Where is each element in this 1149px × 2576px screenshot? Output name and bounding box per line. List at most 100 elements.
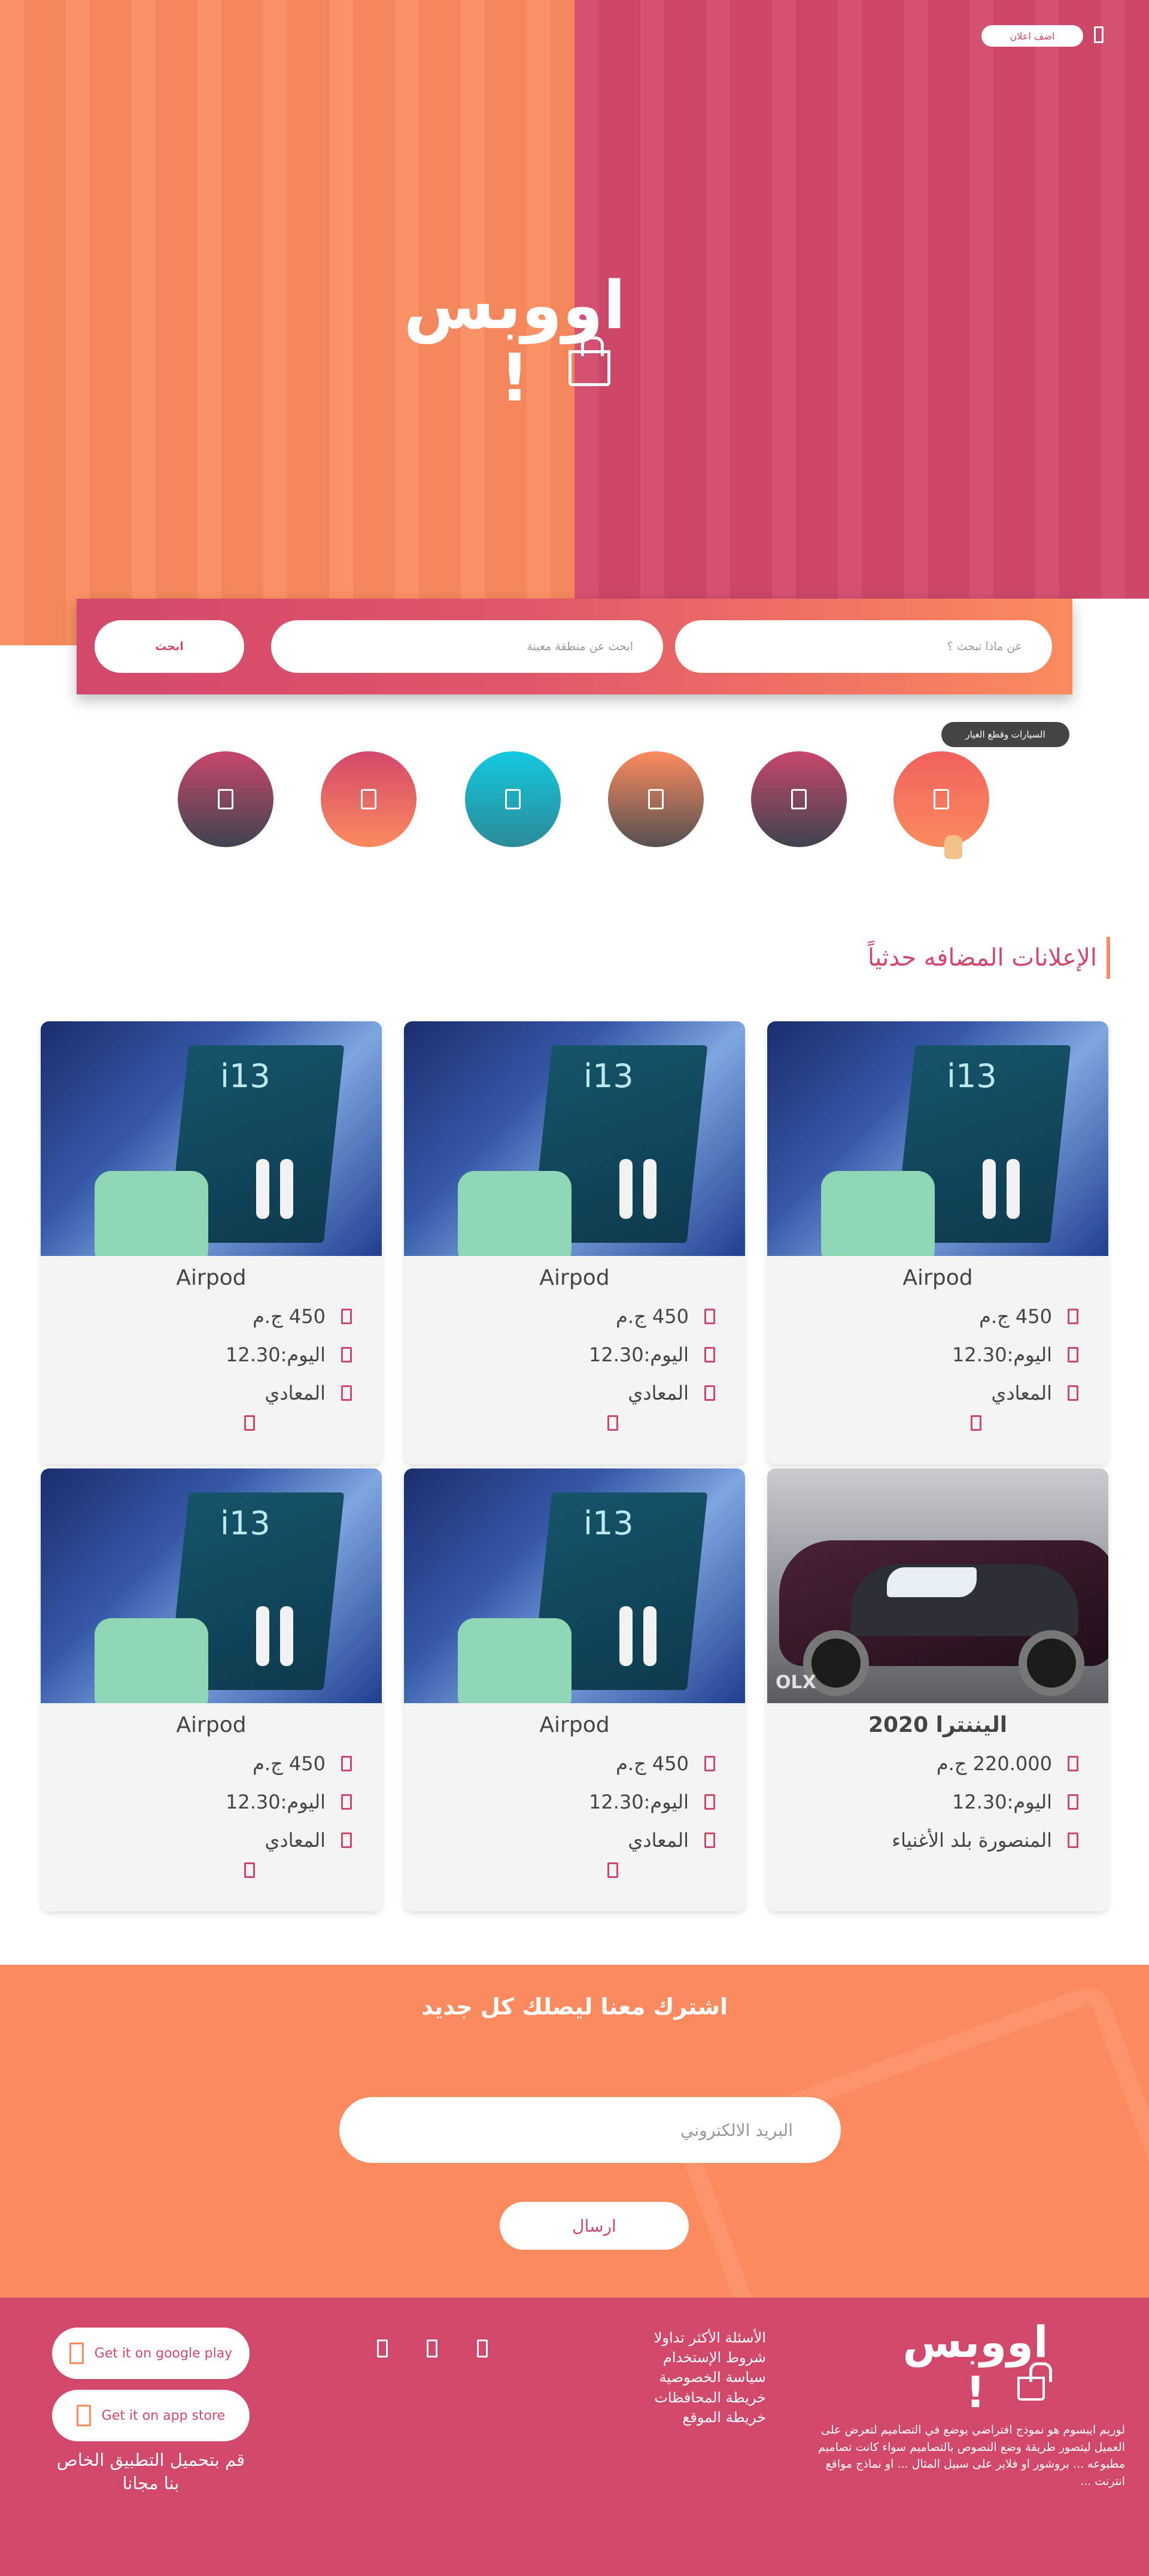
card-location-row: المعادي (628, 1382, 715, 1404)
card-location: المعادي (265, 1382, 326, 1404)
location-icon (1068, 1832, 1078, 1848)
app-store-label: Get it on app store (101, 2408, 226, 2423)
category-icon (361, 789, 376, 809)
price-icon (704, 1309, 715, 1324)
ad-card[interactable]: i13 Airpod 450 ج.م اليوم:12.30 المعادي (404, 1468, 745, 1911)
clock-icon (1068, 1794, 1078, 1810)
card-time-row: اليوم:12.30 (226, 1791, 352, 1813)
card-price: 450 ج.م (253, 1305, 326, 1328)
card-location: المعادي (628, 1382, 689, 1404)
category-6[interactable] (178, 751, 273, 847)
card-price-row: 450 ج.م (253, 1305, 352, 1328)
card-time-row: اليوم:12.30 (589, 1343, 715, 1366)
card-location-row: المعادي (265, 1829, 352, 1852)
location-icon (1068, 1385, 1078, 1401)
facebook-icon[interactable] (377, 2340, 388, 2357)
card-price-row: 220.000 ج.م (937, 1752, 1078, 1775)
download-app-text: قم بتحميل التطبيق الخاص بنا مجانا (56, 2450, 245, 2494)
location-icon (341, 1832, 352, 1848)
clock-icon (341, 1794, 352, 1810)
clock-icon (704, 1794, 715, 1810)
category-2[interactable] (751, 751, 847, 847)
price-icon (1068, 1309, 1078, 1324)
ad-card[interactable]: i13 Airpod 450 ج.م اليوم:12.30 المعادي (404, 1021, 745, 1464)
category-tooltip: السيارات وقطع الغيار (941, 722, 1069, 747)
card-location-row: المعادي (628, 1829, 715, 1852)
footer-link-governorates-map[interactable]: خريطة المحافظات (586, 2389, 766, 2407)
card-location-row: المنصورة بلد الأغنياء (892, 1829, 1078, 1852)
product-image: i13 (404, 1021, 745, 1256)
card-price: 450 ج.م (616, 1752, 689, 1775)
favorite-icon[interactable] (607, 1862, 618, 1878)
card-time-row: اليوم:12.30 (589, 1791, 715, 1813)
card-price: 450 ج.م (253, 1752, 326, 1775)
category-icon (791, 789, 807, 809)
location-icon (704, 1385, 715, 1401)
search-what-input[interactable]: عن ماذا تبحث ؟ (675, 620, 1052, 673)
price-icon (704, 1756, 715, 1771)
card-time: اليوم:12.30 (588, 1343, 689, 1366)
category-icon (648, 789, 664, 809)
ad-card[interactable]: i13 Airpod 450 ج.م اليوم:12.30 المعادي (41, 1468, 382, 1911)
card-price-row: 450 ج.م (616, 1305, 715, 1328)
shopping-bag-icon (569, 336, 610, 386)
card-title: Airpod (539, 1713, 610, 1737)
card-time: اليوم:12.30 (952, 1791, 1052, 1813)
card-time-row: اليوم:12.30 (226, 1343, 352, 1366)
footer-link-sitemap[interactable]: خريطة الموقع (586, 2408, 766, 2427)
clock-icon (341, 1347, 352, 1363)
clock-icon (704, 1347, 715, 1363)
card-time: اليوم:12.30 (225, 1343, 326, 1366)
price-icon (341, 1756, 352, 1771)
card-price: 450 ج.م (979, 1305, 1052, 1328)
email-input[interactable]: البريد الالكتروني (339, 2097, 841, 2163)
favorite-icon[interactable] (971, 1415, 981, 1431)
favorite-icon[interactable] (244, 1415, 255, 1431)
twitter-icon[interactable] (427, 2340, 437, 2357)
footer-link-faq[interactable]: الأسئلة الأكثر تداولا (586, 2329, 766, 2347)
card-location: المعادي (265, 1829, 326, 1852)
location-icon (704, 1832, 715, 1848)
card-title: اليننترا 2020 (868, 1713, 1008, 1737)
ad-card[interactable]: i13 Airpod 450 ج.م اليوم:12.30 المعادي (767, 1021, 1108, 1464)
card-location-row: المعادي (265, 1382, 352, 1404)
product-image: OLX (767, 1468, 1108, 1703)
app-store-button[interactable]: Get it on app store (52, 2390, 250, 2441)
footer-link-privacy[interactable]: سياسة الخصوصية (586, 2368, 766, 2387)
card-location: المنصورة بلد الأغنياء (892, 1829, 1052, 1852)
ad-card[interactable]: i13 Airpod 450 ج.م اليوم:12.30 المعادي (41, 1021, 382, 1464)
card-time: اليوم:12.30 (588, 1791, 689, 1813)
footer-links: الأسئلة الأكثر تداولا شروط الإستخدام سيا… (586, 2329, 766, 2428)
category-4[interactable] (465, 751, 561, 847)
app-store-icon (76, 2405, 91, 2426)
send-button[interactable]: ارسال (500, 2202, 689, 2250)
product-image: i13 (404, 1468, 745, 1703)
card-location: المعادي (991, 1382, 1052, 1404)
location-icon (341, 1385, 352, 1401)
menu-icon[interactable] (1094, 26, 1104, 43)
google-play-icon (69, 2343, 84, 2364)
footer-link-terms[interactable]: شروط الإستخدام (586, 2349, 766, 2367)
search-bar: عن ماذا تبحث ؟ ابحث عن منطقة معينة ابحث (77, 599, 1072, 694)
card-location-row: المعادي (991, 1382, 1078, 1404)
category-cars[interactable] (893, 751, 989, 847)
search-button[interactable]: ابحث (95, 620, 244, 673)
favorite-icon[interactable] (244, 1862, 255, 1878)
category-5[interactable] (321, 751, 417, 847)
search-area-input[interactable]: ابحث عن منطقة معينة (271, 620, 663, 673)
card-time-row: اليوم:12.30 (952, 1343, 1078, 1366)
card-price: 220.000 ج.م (936, 1752, 1052, 1775)
card-title: Airpod (176, 1266, 247, 1290)
ad-card[interactable]: OLX اليننترا 2020 220.000 ج.م اليوم:12.3… (767, 1468, 1108, 1911)
instagram-icon[interactable] (477, 2340, 488, 2357)
card-time-row: اليوم:12.30 (952, 1791, 1078, 1813)
card-time: اليوم:12.30 (952, 1343, 1052, 1366)
favorite-icon[interactable] (607, 1415, 618, 1431)
pointer-hand-icon (944, 835, 962, 859)
category-3[interactable] (608, 751, 704, 847)
footer-description: لوريم ايبسوم هو نموذج افتراضي يوضع في ال… (818, 2423, 1125, 2488)
card-location: المعادي (628, 1829, 689, 1852)
add-ad-button[interactable]: اضف اعلان (981, 25, 1083, 47)
google-play-button[interactable]: Get it on google play (52, 2328, 250, 2379)
card-price-row: 450 ج.م (253, 1752, 352, 1775)
